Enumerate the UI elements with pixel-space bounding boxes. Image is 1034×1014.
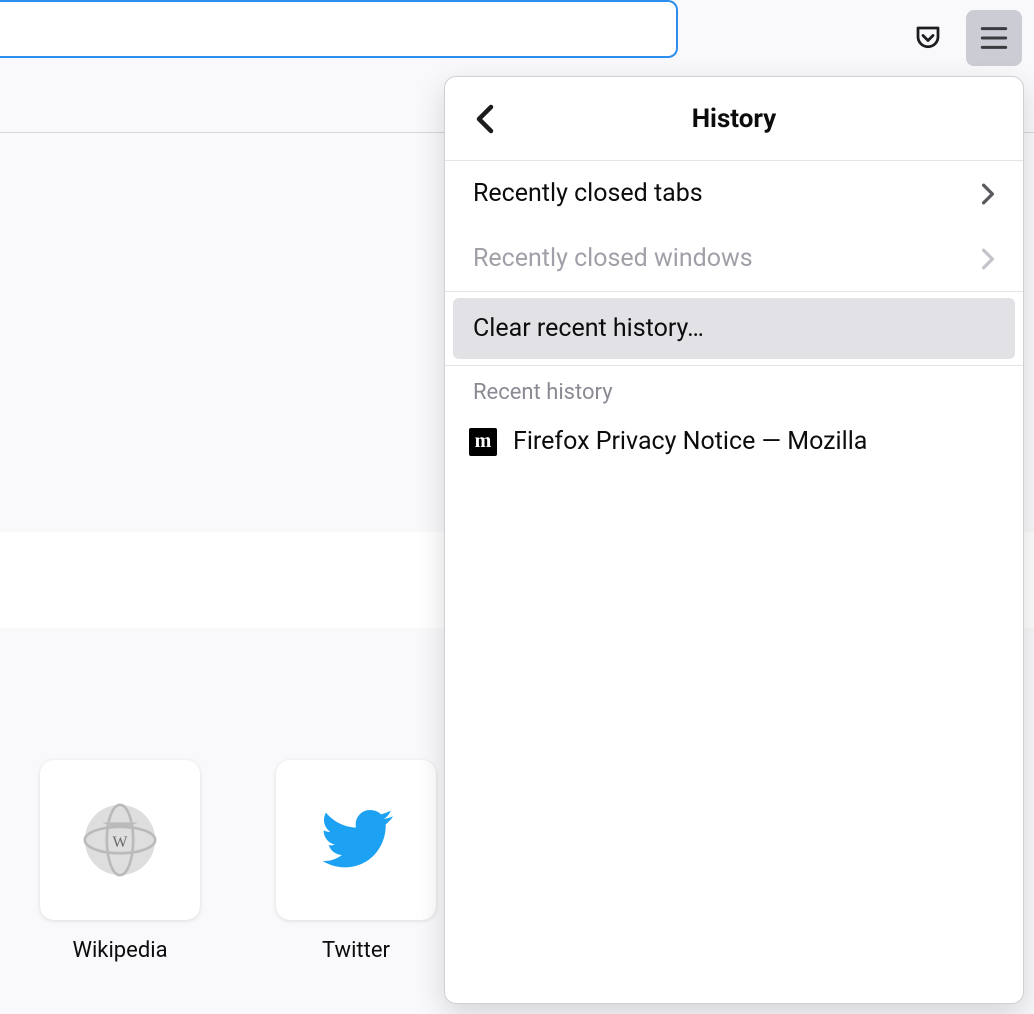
- topsite-label: Wikipedia: [72, 938, 167, 963]
- topsite-tile: [276, 760, 436, 920]
- menu-item-label: Recently closed windows: [473, 244, 753, 273]
- menu-item-label: Clear recent history…: [473, 314, 704, 343]
- topsite-tile: W: [40, 760, 200, 920]
- chevron-right-icon: [981, 248, 995, 270]
- clear-recent-history[interactable]: Clear recent history…: [453, 298, 1015, 359]
- menu-item-label: Recently closed tabs: [473, 179, 703, 208]
- mozilla-favicon: m: [469, 428, 497, 456]
- pocket-icon: [913, 23, 943, 53]
- panel-header: History: [445, 77, 1023, 161]
- recently-closed-tabs[interactable]: Recently closed tabs: [445, 161, 1023, 226]
- chevron-right-icon: [981, 183, 995, 205]
- pocket-button[interactable]: [908, 18, 948, 58]
- recently-closed-windows: Recently closed windows: [445, 226, 1023, 291]
- panel-back-button[interactable]: [469, 103, 501, 135]
- topsite-label: Twitter: [322, 938, 390, 963]
- history-entry-title: Firefox Privacy Notice — Mozilla: [513, 427, 867, 456]
- panel-separator: [445, 291, 1023, 292]
- panel-title: History: [692, 104, 777, 134]
- browser-toolbar: [0, 0, 1034, 76]
- chevron-left-icon: [475, 104, 495, 134]
- history-entry[interactable]: m Firefox Privacy Notice — Mozilla: [445, 415, 1023, 468]
- history-panel: History Recently closed tabs Recently cl…: [444, 76, 1024, 1004]
- address-bar[interactable]: [0, 0, 678, 58]
- topsite-twitter[interactable]: Twitter: [276, 760, 436, 963]
- recent-history-label: Recent history: [445, 366, 1023, 415]
- topsite-wikipedia[interactable]: W Wikipedia: [40, 760, 200, 963]
- hamburger-icon: [980, 26, 1008, 50]
- wikipedia-icon: W: [76, 796, 164, 884]
- top-sites-grid: W Wikipedia Twitter: [40, 760, 436, 963]
- svg-text:W: W: [113, 834, 128, 851]
- app-menu-button[interactable]: [966, 10, 1022, 66]
- twitter-icon: [316, 800, 396, 880]
